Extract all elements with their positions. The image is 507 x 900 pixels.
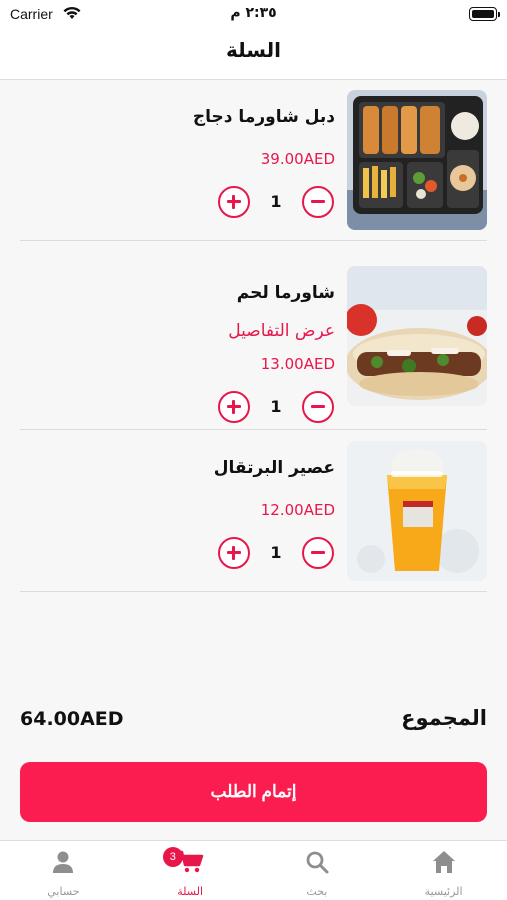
tab-label: حسابي bbox=[47, 885, 80, 898]
item-name[interactable]: شاورما لحم bbox=[237, 283, 335, 303]
quantity-stepper: 1 bbox=[218, 537, 334, 571]
total-label: المجموع bbox=[401, 706, 487, 730]
product-image[interactable] bbox=[347, 441, 487, 581]
quantity-stepper: 1 bbox=[218, 186, 334, 220]
tab-account[interactable]: حسابي bbox=[0, 841, 127, 900]
item-price: 13.00AED bbox=[260, 355, 335, 373]
status-time: ٢:٣٥ م bbox=[230, 5, 277, 21]
product-image[interactable] bbox=[347, 266, 487, 406]
product-image[interactable] bbox=[347, 90, 487, 230]
cart-list: دبل شاورما دجاج 39.00AED 1 شاورما لحم عر… bbox=[20, 80, 487, 592]
chicken-shawarma-platter-photo bbox=[347, 90, 487, 230]
battery-icon bbox=[469, 7, 500, 21]
tab-bar: حسابي 3 السلة بحث الرئيسية bbox=[0, 840, 507, 900]
tab-label: بحث bbox=[306, 885, 328, 898]
cart-item: عصير البرتقال 12.00AED 1 bbox=[20, 430, 487, 592]
cart-item: دبل شاورما دجاج 39.00AED 1 bbox=[20, 80, 487, 241]
status-bar: Carrier ٢:٣٥ م bbox=[0, 0, 507, 28]
quantity-stepper: 1 bbox=[218, 391, 334, 425]
decrease-quantity-button[interactable] bbox=[302, 537, 334, 569]
tab-label: الرئيسية bbox=[424, 885, 463, 898]
cart-count-badge: 3 bbox=[162, 847, 183, 867]
user-icon bbox=[53, 851, 74, 873]
decrease-quantity-button[interactable] bbox=[302, 186, 334, 218]
cart-item: شاورما لحم عرض التفاصيل 13.00AED 1 bbox=[20, 241, 487, 430]
item-name[interactable]: عصير البرتقال bbox=[214, 458, 335, 478]
tab-cart[interactable]: 3 السلة bbox=[127, 841, 254, 900]
home-icon bbox=[432, 851, 455, 873]
item-price: 12.00AED bbox=[260, 501, 335, 519]
page-title: السلة bbox=[225, 38, 281, 62]
total-value: 64.00AED bbox=[20, 708, 124, 730]
meat-shawarma-wrap-photo bbox=[347, 266, 487, 406]
tab-home[interactable]: الرئيسية bbox=[380, 841, 507, 900]
tab-search[interactable]: بحث bbox=[254, 841, 381, 900]
checkout-button[interactable]: إتمام الطلب bbox=[20, 762, 487, 822]
decrease-quantity-button[interactable] bbox=[302, 391, 334, 423]
orange-juice-cup-photo bbox=[347, 441, 487, 581]
view-details-link[interactable]: عرض التفاصيل bbox=[228, 321, 335, 341]
nav-bar: السلة bbox=[0, 28, 507, 80]
item-name[interactable]: دبل شاورما دجاج bbox=[193, 107, 335, 127]
tab-label: السلة bbox=[177, 885, 203, 898]
search-icon bbox=[306, 851, 329, 874]
item-price: 39.00AED bbox=[260, 150, 335, 168]
